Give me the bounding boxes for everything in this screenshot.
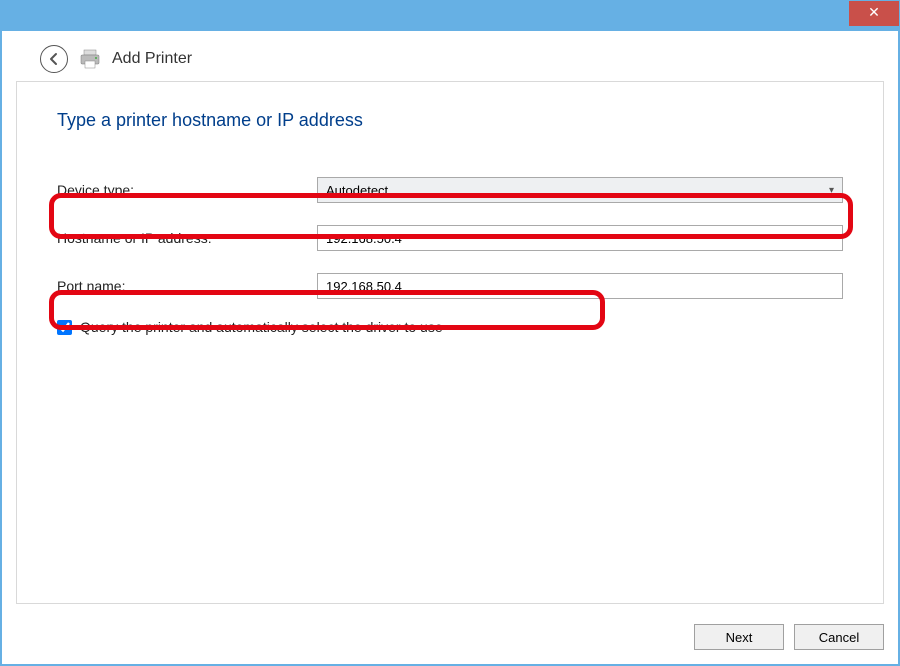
row-query-checkbox: Query the printer and automatically sele… xyxy=(57,319,843,335)
close-icon: ✕ xyxy=(868,4,880,20)
printer-icon xyxy=(78,47,102,71)
next-button[interactable]: Next xyxy=(694,624,784,650)
port-name-input[interactable] xyxy=(317,273,843,299)
label-port-name: Port name: xyxy=(57,278,317,294)
nav-strip: Add Printer xyxy=(2,31,898,77)
row-hostname: Hostname or IP address: xyxy=(57,223,843,253)
query-printer-label[interactable]: Query the printer and automatically sele… xyxy=(80,319,443,335)
row-port-name: Port name: xyxy=(57,271,843,301)
back-button[interactable] xyxy=(40,45,68,73)
chevron-down-icon: ▾ xyxy=(829,185,834,196)
device-type-value: Autodetect xyxy=(326,183,388,198)
cancel-button[interactable]: Cancel xyxy=(794,624,884,650)
device-type-select[interactable]: Autodetect ▾ xyxy=(317,177,843,203)
hostname-input[interactable] xyxy=(317,225,843,251)
wizard-title: Add Printer xyxy=(112,50,192,68)
client-area: Add Printer Type a printer hostname or I… xyxy=(2,31,898,664)
label-hostname: Hostname or IP address: xyxy=(57,230,317,246)
query-printer-checkbox[interactable] xyxy=(57,320,72,335)
titlebar: ✕ xyxy=(1,1,899,31)
page-heading: Type a printer hostname or IP address xyxy=(57,110,843,131)
label-device-type: Device type: xyxy=(57,182,317,198)
close-button[interactable]: ✕ xyxy=(849,1,899,26)
button-bar: Next Cancel xyxy=(694,624,884,650)
wizard-panel: Type a printer hostname or IP address De… xyxy=(16,81,884,604)
row-device-type: Device type: Autodetect ▾ xyxy=(57,175,843,205)
back-arrow-icon xyxy=(47,52,61,66)
window-frame: ✕ Add Printer Type a printer hostname o xyxy=(0,0,900,666)
